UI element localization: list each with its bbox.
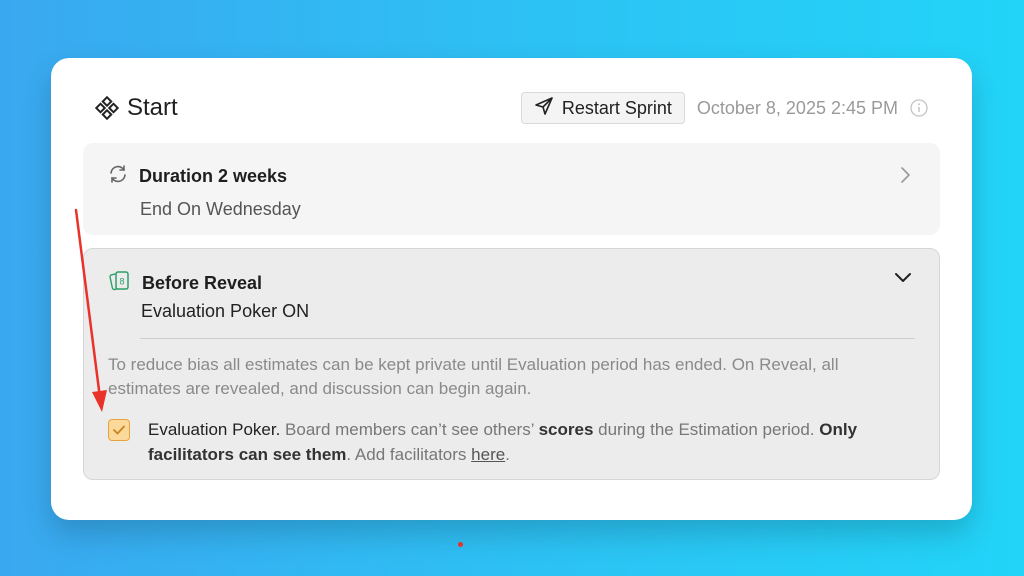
red-dot-marker (458, 542, 463, 547)
checkmark-icon (113, 425, 125, 435)
divider (140, 338, 915, 339)
option-text-3: . Add facilitators (346, 445, 472, 464)
before-reveal-setting: 8 Before Reveal Evaluation Poker ON To r… (83, 248, 940, 480)
card-number: 8 (119, 277, 124, 287)
sprint-datetime: October 8, 2025 2:45 PM (696, 97, 898, 118)
cards-icon: 8 (108, 269, 132, 298)
option-text-2: during the Estimation period. (593, 420, 820, 439)
before-reveal-header[interactable]: 8 Before Reveal (108, 269, 262, 298)
option-text-1: Board members can’t see others’ (280, 420, 539, 439)
before-reveal-subtitle: Evaluation Poker ON (141, 301, 310, 321)
paper-plane-icon (534, 96, 554, 121)
before-reveal-title: Before Reveal (142, 273, 263, 293)
refresh-cycle-icon (107, 163, 129, 190)
duration-setting[interactable]: Duration 2 weeks End On Wednesday (83, 143, 940, 235)
sprint-settings-card: Start Restart Sprint October 8, 2025 2:4… (51, 58, 972, 520)
duration-title: Duration 2 weeks (139, 166, 288, 186)
duration-header: Duration 2 weeks (107, 163, 287, 190)
option-text-4: . (505, 445, 510, 464)
sprint-start-icon (94, 95, 120, 121)
chevron-right-icon[interactable] (898, 165, 912, 185)
page-title-row: Start (94, 94, 178, 122)
evaluation-poker-option-text: Evaluation Poker. Board members can’t se… (148, 417, 917, 467)
header-actions: Restart Sprint October 8, 2025 2:45 PM (520, 92, 928, 124)
evaluation-description: To reduce bias all estimates can be kept… (108, 355, 839, 398)
info-icon[interactable] (910, 99, 928, 117)
evaluation-poker-checkbox[interactable] (108, 419, 130, 441)
option-bold-scores: scores (538, 420, 594, 439)
add-facilitators-link[interactable]: here (471, 445, 505, 464)
restart-sprint-label: Restart Sprint (561, 97, 672, 118)
page-title: Start (127, 94, 178, 121)
option-lead: Evaluation Poker. (148, 420, 281, 439)
restart-sprint-button[interactable]: Restart Sprint (520, 92, 685, 124)
chevron-down-icon[interactable] (893, 271, 913, 285)
duration-subtitle: End On Wednesday (140, 199, 301, 219)
